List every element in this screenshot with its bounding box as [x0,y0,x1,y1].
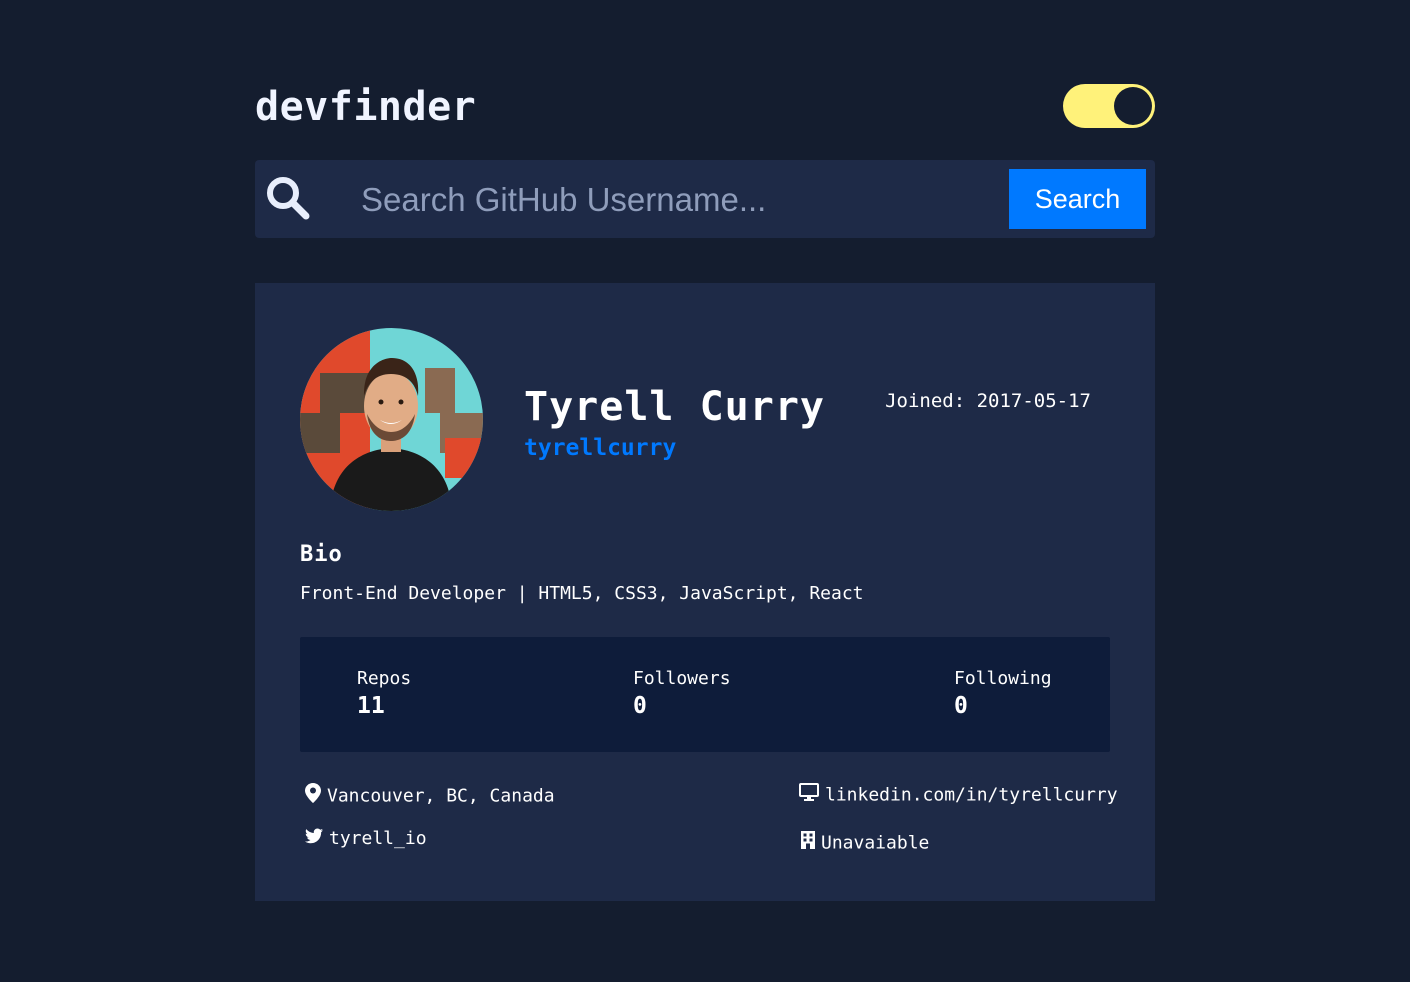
search-button[interactable]: Search [1009,169,1146,229]
stat-value: 0 [633,693,647,719]
location-item: Vancouver, BC, Canada [305,783,555,810]
app-header: devfinder [255,84,1155,130]
location-pin-icon [305,783,321,810]
stats-panel: Repos 11 Followers 0 Following 0 [300,637,1110,752]
company-item: Unavaiable [801,831,929,856]
search-bar: Search [255,160,1155,238]
twitter-link[interactable]: tyrell_io [305,827,427,851]
profile-username-link[interactable]: tyrellcurry [524,433,676,463]
stat-following: Following 0 [954,667,1052,721]
twitter-text: tyrell_io [329,828,427,849]
profile-name: Tyrell Curry [524,384,825,430]
theme-toggle[interactable] [1063,84,1155,128]
search-input[interactable] [359,178,983,222]
bio-text: Front-End Developer | HTML5, CSS3, JavaS… [300,583,864,604]
search-icon [263,174,313,224]
toggle-knob [1114,87,1152,125]
stat-repos: Repos 11 [357,667,411,721]
website-text: linkedin.com/in/tyrellcurry [825,784,1118,806]
twitter-icon [305,827,323,851]
stat-value: 11 [357,693,385,719]
company-text: Unavaiable [821,832,930,854]
building-icon [801,831,815,856]
stat-label: Following [954,668,1052,689]
avatar [300,328,483,511]
stat-label: Repos [357,668,412,689]
location-text: Vancouver, BC, Canada [327,785,555,807]
app-logo: devfinder [255,84,477,130]
website-link[interactable]: linkedin.com/in/tyrellcurry [799,783,1118,808]
stat-value: 0 [954,693,968,719]
bio-heading: Bio [300,542,343,567]
joined-date: Joined: 2017-05-17 [885,390,1091,412]
profile-card: Tyrell Curry tyrellcurry Joined: 2017-05… [255,283,1155,901]
stat-label: Followers [633,668,731,689]
monitor-icon [799,783,819,808]
stat-followers: Followers 0 [633,667,731,721]
